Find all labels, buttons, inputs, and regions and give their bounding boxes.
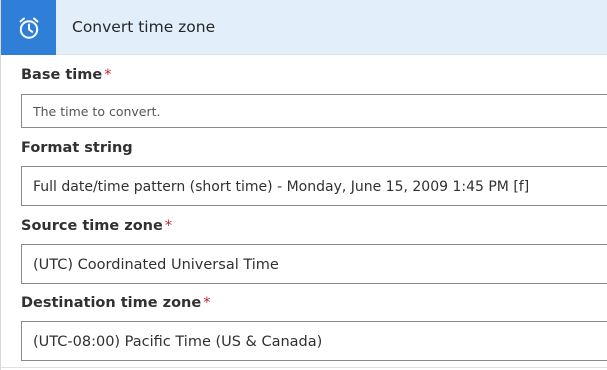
base-time-label: Base time * [21,67,111,83]
source-time-zone-value: (UTC) Coordinated Universal Time [33,257,279,273]
source-time-zone-label-text: Source time zone [21,218,163,234]
action-icon-tile [1,0,56,55]
required-marker: * [203,295,211,311]
base-time-input[interactable]: The time to convert. [21,94,607,128]
base-time-placeholder: The time to convert. [33,104,161,119]
format-string-dropdown[interactable]: Full date/time pattern (short time) - Mo… [21,166,607,206]
action-title: Convert time zone [72,18,216,36]
destination-time-zone-dropdown[interactable]: (UTC-08:00) Pacific Time (US & Canada) [21,321,607,361]
required-marker: * [104,67,112,83]
required-marker: * [164,218,173,234]
source-time-zone-label: Source time zone * [21,218,172,234]
convert-time-zone-card: Convert time zone Base time * The time to… [0,0,607,370]
alarm-clock-icon [19,17,38,39]
format-string-label: Format string [21,140,133,156]
base-time-label-text: Base time [21,67,103,83]
format-string-value: Full date/time pattern (short time) - Mo… [33,179,530,195]
destination-time-zone-value: (UTC-08:00) Pacific Time (US & Canada) [33,334,323,350]
action-header[interactable]: Convert time zone [1,0,607,55]
format-string-label-text: Format string [21,140,133,156]
destination-time-zone-label: Destination time zone * [21,295,210,311]
source-time-zone-dropdown[interactable]: (UTC) Coordinated Universal Time [21,244,607,284]
destination-time-zone-label-text: Destination time zone [21,295,202,311]
card-bottom-border [1,367,607,368]
